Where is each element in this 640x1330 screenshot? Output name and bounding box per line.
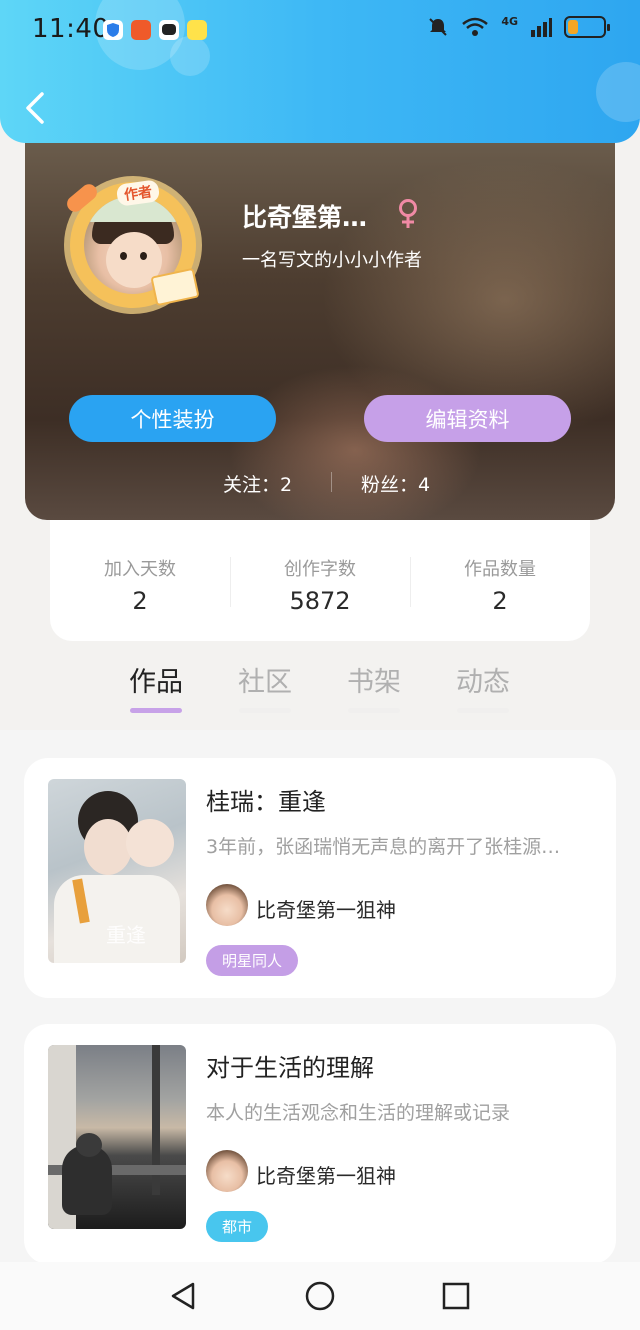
tab-label: 作品 <box>129 667 183 698</box>
status-icons: 4G <box>427 14 610 38</box>
tab-works[interactable]: 作品 <box>116 660 196 713</box>
stat-value: 5872 <box>289 587 351 615</box>
stat-label: 创作字数 <box>284 559 356 580</box>
content-tabs: 作品 社区 书架 动态 <box>0 660 640 720</box>
avatar-eye <box>140 252 147 260</box>
battery-level <box>568 20 578 34</box>
cover-cat <box>76 1133 102 1157</box>
chevron-left-icon <box>26 92 44 124</box>
cover-watermark: 重逢 <box>106 923 146 947</box>
wifi-icon <box>462 17 489 36</box>
work-title: 桂瑞：重逢 <box>206 788 326 816</box>
author-name: 比奇堡第一狙神 <box>256 898 396 922</box>
following-count[interactable]: 关注：2 <box>223 470 292 497</box>
chat-app-icon <box>159 20 179 40</box>
back-button[interactable] <box>22 90 52 126</box>
cover-figure <box>84 819 132 875</box>
tab-bookshelf[interactable]: 书架 <box>334 660 414 713</box>
clock: 11:40 <box>32 14 110 44</box>
square-recents-icon[interactable] <box>440 1280 472 1312</box>
tab-community[interactable]: 社区 <box>225 660 305 713</box>
user-bio: 一名写文的小小小作者 <box>242 250 422 271</box>
stat-word-count: 创作字数 5872 <box>230 555 410 615</box>
genre-tag[interactable]: 都市 <box>206 1211 269 1242</box>
follow-stats: 关注：2 粉丝：4 <box>25 470 615 497</box>
tab-label: 书架 <box>347 667 401 698</box>
female-icon <box>399 199 417 228</box>
avatar-eye <box>120 252 127 260</box>
work-cover-image: 重逢 <box>48 779 186 963</box>
tab-indicator <box>130 708 182 713</box>
decor-bubble <box>596 62 640 122</box>
work-card[interactable]: 对于生活的理解 本人的生活观念和生活的理解或记录 比奇堡第一狙神 都市 <box>24 1024 616 1264</box>
author-name: 比奇堡第一狙神 <box>256 1164 396 1188</box>
status-bar: 11:40 4G <box>0 0 640 60</box>
circle-home-icon[interactable] <box>304 1280 336 1312</box>
stat-join-days: 加入天数 2 <box>50 555 230 615</box>
author-avatar <box>206 884 248 926</box>
work-description: 3年前，张函瑞悄无声息的离开了张桂源… <box>206 836 561 858</box>
stat-label: 作品数量 <box>464 559 536 580</box>
triangle-back-icon[interactable] <box>167 1280 199 1312</box>
tab-label: 社区 <box>238 667 292 698</box>
tab-indicator <box>348 708 400 713</box>
outfit-button[interactable]: 个性装扮 <box>69 395 276 442</box>
author-avatar <box>206 1150 248 1192</box>
edit-profile-button[interactable]: 编辑资料 <box>364 395 571 442</box>
tab-label: 动态 <box>456 667 510 698</box>
tab-indicator <box>457 708 509 713</box>
bell-muted-icon <box>429 18 448 36</box>
followers-count[interactable]: 粉丝：4 <box>361 470 430 497</box>
top-header: 11:40 4G <box>0 0 640 143</box>
stat-value: 2 <box>132 587 148 615</box>
work-card[interactable]: 重逢 桂瑞：重逢 3年前，张函瑞悄无声息的离开了张桂源… 比奇堡第一狙神 明星同… <box>24 758 616 998</box>
app-icon <box>187 20 207 40</box>
username: 比奇堡第… <box>242 203 368 232</box>
genre-tag[interactable]: 明星同人 <box>206 945 299 976</box>
tab-indicator <box>239 708 291 713</box>
app-icon <box>131 20 151 40</box>
divider <box>331 472 332 492</box>
cover-figure <box>126 819 174 867</box>
stat-works-count: 作品数量 2 <box>410 555 590 615</box>
system-nav-bar <box>0 1262 640 1330</box>
work-title: 对于生活的理解 <box>206 1054 374 1082</box>
stat-value: 2 <box>492 587 508 615</box>
battery-icon <box>564 16 610 38</box>
shield-app-icon <box>103 20 123 40</box>
signal-icon <box>531 18 552 37</box>
tab-activity[interactable]: 动态 <box>443 660 523 713</box>
work-cover-image <box>48 1045 186 1229</box>
stat-label: 加入天数 <box>104 559 176 580</box>
work-description: 本人的生活观念和生活的理解或记录 <box>206 1102 511 1124</box>
network-type: 4G <box>501 14 518 28</box>
profile-card: 作者 比奇堡第… 一名写文的小小小作者 个性装扮 编辑资料 关注：2 粉丝：4 <box>25 120 615 520</box>
